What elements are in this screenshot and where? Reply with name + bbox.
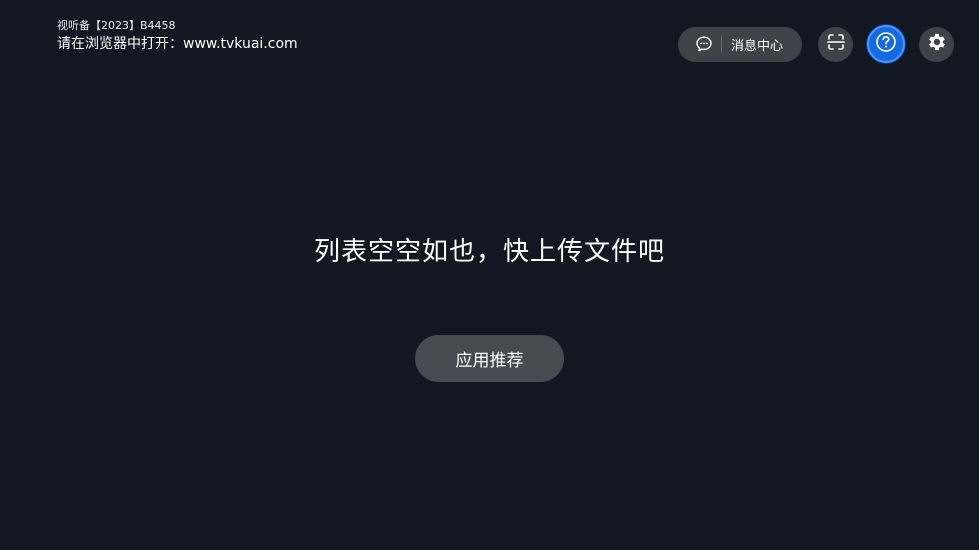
top-toolbar: 消息中心 (678, 25, 954, 63)
help-question-icon (875, 31, 897, 57)
message-center-button[interactable]: 消息中心 (678, 26, 802, 62)
settings-button[interactable] (919, 26, 954, 62)
chat-bubble-icon (695, 35, 713, 53)
app-recommend-button[interactable]: 应用推荐 (415, 335, 564, 382)
scan-icon (826, 32, 846, 56)
message-center-label: 消息中心 (731, 38, 784, 54)
scan-button[interactable] (818, 26, 853, 62)
empty-list-message: 列表空空如也，快上传文件吧 (313, 237, 665, 267)
gear-icon (926, 31, 948, 57)
license-text: 视听备【2023】B4458 (57, 19, 176, 32)
app-screen: 视听备【2023】B4458 请在浏览器中打开：www.tvkuai.com 消… (0, 0, 979, 550)
divider (721, 36, 722, 52)
header-info: 视听备【2023】B4458 请在浏览器中打开：www.tvkuai.com (57, 19, 298, 53)
help-button[interactable] (867, 25, 905, 63)
open-in-browser-hint: 请在浏览器中打开：www.tvkuai.com (57, 36, 298, 52)
